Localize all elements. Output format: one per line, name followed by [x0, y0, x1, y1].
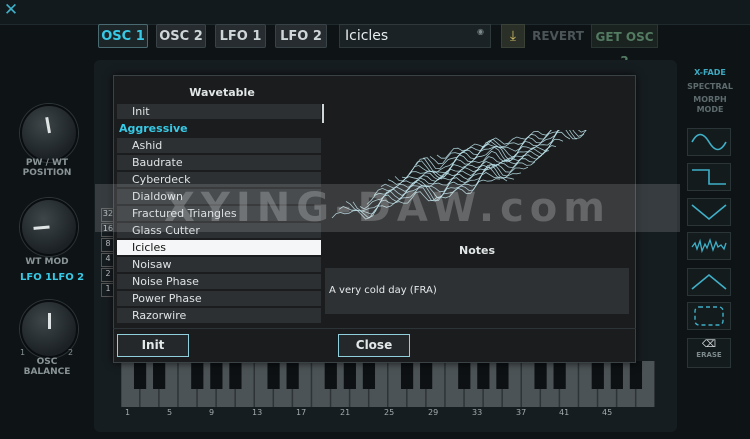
download-button[interactable]: ⤓: [501, 24, 525, 48]
black-key: [420, 361, 433, 389]
black-key: [496, 361, 509, 389]
black-key: [191, 361, 204, 389]
triangle-shape-button[interactable]: [687, 198, 731, 226]
key-number: 21: [340, 408, 351, 417]
black-key: [267, 361, 280, 389]
key-number: 33: [472, 408, 483, 417]
black-key: [534, 361, 547, 389]
list-category-aggressive: Aggressive: [119, 122, 188, 135]
black-key: [210, 361, 223, 389]
key-number: 1: [125, 408, 131, 417]
key-number: 5: [167, 408, 173, 417]
black-key: [629, 361, 643, 389]
list-item[interactable]: Noise Phase: [117, 274, 321, 289]
wt-mod-label: WT MOD: [25, 257, 69, 267]
noise-wave-icon: [691, 237, 727, 254]
tab-lfo1[interactable]: LFO 1: [215, 24, 266, 48]
init-button[interactable]: Init: [117, 334, 189, 357]
sine-shape-button[interactable]: [687, 128, 731, 156]
black-key: [458, 361, 471, 389]
balance-max-label: 2: [68, 348, 74, 357]
knob-indicator: [33, 225, 50, 230]
notes-text: A very cold day (FRA): [325, 268, 629, 314]
peak-wave-icon: [691, 273, 727, 290]
top-bar: [0, 0, 750, 25]
eraser-icon: ⌫: [701, 339, 717, 350]
morph-mode-label: MORPH MODE: [693, 95, 727, 114]
wavetable-frame-line: [415, 123, 585, 173]
download-icon: ⤓: [509, 28, 517, 44]
list-item-init[interactable]: Init: [117, 104, 321, 119]
black-key: [133, 361, 147, 389]
black-key: [229, 361, 242, 389]
black-key: [343, 361, 356, 389]
balance-min-label: 1: [20, 348, 26, 357]
spectral-button[interactable]: SPECTRAL: [682, 82, 738, 91]
noise-shape-button[interactable]: [687, 232, 731, 260]
black-key: [591, 361, 604, 389]
wt-mod-knob[interactable]: [20, 198, 78, 256]
key-number: 13: [252, 408, 263, 417]
knob-indicator: [45, 116, 51, 134]
key-number: 9: [209, 408, 215, 417]
list-item-selected[interactable]: Icicles: [117, 240, 321, 255]
list-item[interactable]: Baudrate: [117, 155, 321, 170]
sine-wave-icon: [691, 133, 727, 151]
dialog-footer-divider: [113, 328, 636, 329]
black-key: [553, 361, 566, 389]
lfo2-mod-toggle[interactable]: LFO 2: [52, 272, 84, 283]
revert-button[interactable]: REVERT: [532, 24, 584, 48]
preset-name-field[interactable]: Icicles: [339, 24, 491, 48]
key-number: 41: [559, 408, 570, 417]
list-scrollbar[interactable]: [322, 104, 324, 123]
close-button[interactable]: Close: [338, 334, 410, 357]
black-key: [324, 361, 337, 389]
peak-shape-button[interactable]: [687, 268, 731, 296]
black-key: [153, 361, 166, 389]
key-numbers: 1 5 9 13 17 21 25 29 33 37 41 45: [121, 408, 655, 420]
close-icon[interactable]: ✕: [2, 1, 20, 19]
erase-label: ERASE: [696, 351, 722, 359]
tab-osc2[interactable]: OSC 2: [156, 24, 206, 48]
black-key: [477, 361, 490, 389]
list-item[interactable]: Power Phase: [117, 291, 321, 306]
key-number: 25: [384, 408, 395, 417]
tab-lfo2[interactable]: LFO 2: [275, 24, 327, 48]
watermark: XYING-DAW.com: [95, 184, 680, 232]
key-number: 29: [428, 408, 439, 417]
list-item[interactable]: Noisaw: [117, 257, 321, 272]
knob-indicator: [48, 313, 51, 329]
square-shape-button[interactable]: [687, 163, 731, 191]
list-item[interactable]: Razorwire: [117, 308, 321, 323]
osc-balance-label: OSC BALANCE: [23, 357, 71, 377]
black-key: [400, 361, 414, 389]
pw-wt-position-label: PW / WT POSITION: [22, 158, 72, 178]
preset-dropdown-arrow-icon[interactable]: ◉: [477, 27, 487, 37]
pw-wt-position-knob[interactable]: [20, 104, 78, 162]
keyboard[interactable]: [121, 361, 655, 407]
square-wave-icon: [692, 169, 726, 185]
list-item[interactable]: Ashid: [117, 138, 321, 153]
select-area-button[interactable]: [687, 302, 731, 330]
tab-osc1[interactable]: OSC 1: [98, 24, 148, 48]
wavetable-title: Wavetable: [189, 86, 255, 99]
lfo1-mod-toggle[interactable]: LFO 1: [20, 272, 52, 283]
wavetable-frame-line: [422, 124, 592, 170]
erase-button[interactable]: ⌫ ERASE: [687, 338, 731, 368]
key-number: 45: [602, 408, 613, 417]
wavetable-frame-line: [401, 131, 571, 179]
x-fade-button[interactable]: X-FADE: [682, 68, 738, 77]
key-number: 37: [516, 408, 527, 417]
key-number: 17: [296, 408, 307, 417]
piano-keys[interactable]: [121, 361, 655, 407]
triangle-wave-icon: [691, 204, 727, 221]
notes-title: Notes: [458, 244, 496, 257]
black-key: [362, 361, 376, 389]
get-osc-2-button[interactable]: GET OSC 2: [591, 24, 658, 68]
black-key: [610, 361, 623, 389]
selection-icon: [694, 306, 724, 326]
black-key: [286, 361, 299, 389]
